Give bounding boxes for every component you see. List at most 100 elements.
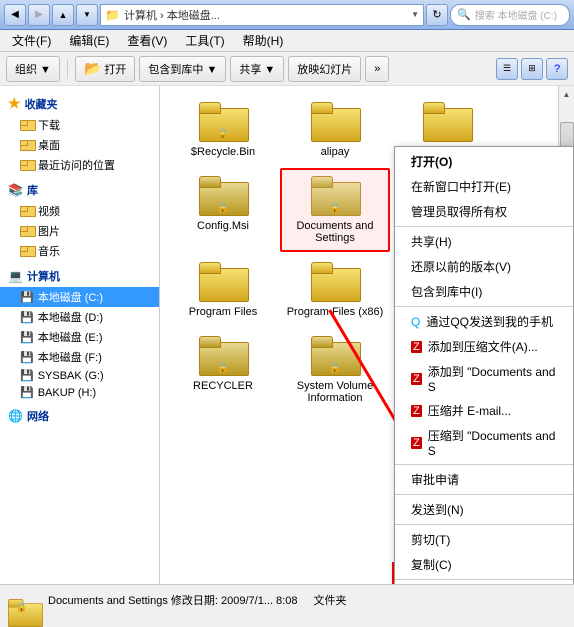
program-files-x86-label: Program Files (x86) xyxy=(287,306,384,318)
ctx-include-library[interactable]: 包含到库中(I) xyxy=(395,279,573,304)
file-item-system-volume[interactable]: 🔒 System Volume Information xyxy=(280,328,390,412)
sidebar-item-drive-c[interactable]: 💾 本地磁盘 (C:) xyxy=(0,287,159,307)
sidebar-pictures-label: 图片 xyxy=(38,223,60,239)
share-button[interactable]: 共享 ▼ xyxy=(230,56,284,82)
system-volume-label: System Volume Information xyxy=(286,380,384,404)
sidebar-item-drive-e[interactable]: 💾 本地磁盘 (E:) xyxy=(0,327,159,347)
view-list-button[interactable]: ☰ xyxy=(496,58,518,80)
ctx-compress-email-label: 压缩并 E-mail... xyxy=(428,402,511,419)
ctx-compress-named[interactable]: Z 压缩到 "Documents and S xyxy=(395,423,573,462)
computer-header[interactable]: 💻 计算机 xyxy=(0,265,159,287)
sidebar-music-label: 音乐 xyxy=(38,243,60,259)
ctx-open[interactable]: 打开(O) xyxy=(395,149,573,174)
menu-view[interactable]: 查看(V) xyxy=(119,30,175,51)
qq-icon: Q xyxy=(411,315,420,329)
documents-lock-icon: 🔒 xyxy=(329,203,341,214)
address-dropdown-icon[interactable]: ▼ xyxy=(411,10,419,19)
favorites-header[interactable]: ★ 收藏夹 xyxy=(0,92,159,115)
organize-label: 组织 ▼ xyxy=(15,61,51,77)
ctx-audit[interactable]: 审批申请 xyxy=(395,467,573,492)
ctx-cut[interactable]: 剪切(T) xyxy=(395,527,573,552)
menu-tools[interactable]: 工具(T) xyxy=(177,30,232,51)
sidebar-item-desktop[interactable]: 桌面 xyxy=(0,135,159,155)
sidebar-item-drive-g[interactable]: 💾 SYSBAK (G:) xyxy=(0,367,159,384)
library-header[interactable]: 📚 库 xyxy=(0,179,159,201)
scroll-up-button[interactable]: ▲ xyxy=(559,86,574,102)
recycler-lock-icon: 🔒 xyxy=(217,363,229,374)
file-item-recycle[interactable]: 🔒 $Recycle.Bin xyxy=(168,94,278,166)
ctx-open-new-window[interactable]: 在新窗口中打开(E) xyxy=(395,174,573,199)
sidebar-desktop-label: 桌面 xyxy=(38,137,60,153)
menu-edit[interactable]: 编辑(E) xyxy=(61,30,117,51)
ctx-restore-version[interactable]: 还原以前的版本(V) xyxy=(395,254,573,279)
file-item-config-msi[interactable]: 🔒 Config.Msi xyxy=(168,168,278,252)
include-library-label: 包含到库中 ▼ xyxy=(148,61,217,77)
sidebar-item-download[interactable]: 下载 xyxy=(0,115,159,135)
status-folder-icon-container: 🔒 xyxy=(8,587,40,613)
drive-g-icon: 💾 xyxy=(20,369,34,382)
file-item-documents[interactable]: 🔒 Documents and Settings ↖ xyxy=(280,168,390,252)
sidebar-item-recent[interactable]: 最近访问的位置 xyxy=(0,155,159,175)
help-button[interactable]: ? xyxy=(546,58,568,80)
drive-h-label: BAKUP (H:) xyxy=(38,387,96,399)
menu-file[interactable]: 文件(F) xyxy=(4,30,59,51)
ctx-share[interactable]: 共享(H) xyxy=(395,229,573,254)
drive-f-icon: 💾 xyxy=(20,351,34,364)
up-button[interactable]: ▲ xyxy=(52,4,74,26)
sidebar-item-video[interactable]: 视频 xyxy=(0,201,159,221)
main-layout: ★ 收藏夹 下载 桌面 最近访问的位置 📚 库 xyxy=(0,86,574,584)
sidebar-item-drive-f[interactable]: 💾 本地磁盘 (F:) xyxy=(0,347,159,367)
recent-button[interactable]: ▼ xyxy=(76,4,98,26)
favorites-label: 收藏夹 xyxy=(25,96,58,112)
context-menu: 打开(O) 在新窗口中打开(E) 管理员取得所有权 共享(H) 还原以前的版本(… xyxy=(394,146,574,584)
video-folder-icon xyxy=(20,206,34,217)
system-volume-lock-icon: 🔒 xyxy=(329,363,341,374)
ctx-compress-email[interactable]: Z 压缩并 E-mail... xyxy=(395,398,573,423)
computer-label: 计算机 xyxy=(27,268,60,284)
file-item-program-files[interactable]: Program Files xyxy=(168,254,278,326)
file-item-program-files-x86[interactable]: Program Files (x86) xyxy=(280,254,390,326)
slideshow-button[interactable]: 放映幻灯片 xyxy=(288,56,361,82)
address-bar[interactable]: 📁 计算机 › 本地磁盘... ▼ xyxy=(100,4,424,26)
ctx-create-shortcut[interactable]: 创建快捷方式(S) xyxy=(395,582,573,584)
sidebar-item-drive-h[interactable]: 💾 BAKUP (H:) xyxy=(0,384,159,401)
status-description: Documents and Settings 修改日期: 2009/7/1...… xyxy=(48,592,297,608)
music-folder-icon xyxy=(20,246,34,257)
organize-button[interactable]: 组织 ▼ xyxy=(6,56,60,82)
drive-d-icon: 💾 xyxy=(20,311,34,324)
file-item-alipay[interactable]: alipay xyxy=(280,94,390,166)
view-grid-button[interactable]: ⊞ xyxy=(521,58,543,80)
sidebar-item-drive-d[interactable]: 💾 本地磁盘 (D:) xyxy=(0,307,159,327)
drive-f-label: 本地磁盘 (F:) xyxy=(38,349,102,365)
refresh-button[interactable]: ↻ xyxy=(426,4,448,26)
forward-button[interactable]: ▶ xyxy=(28,4,50,26)
breadcrumb: 计算机 › 本地磁盘... xyxy=(124,7,220,23)
favorites-section: ★ 收藏夹 下载 桌面 最近访问的位置 xyxy=(0,92,159,175)
ctx-add-zip[interactable]: Z 添加到压缩文件(A)... xyxy=(395,334,573,359)
sidebar-recent-label: 最近访问的位置 xyxy=(38,157,115,173)
open-button[interactable]: 📂 打开 xyxy=(75,56,135,82)
search-bar[interactable]: 🔍 搜索 本地磁盘 (C:) xyxy=(450,4,570,26)
ctx-send-to[interactable]: 发送到(N) xyxy=(395,497,573,522)
address-folder-icon: 📁 xyxy=(105,8,120,22)
recent-folder-icon xyxy=(20,160,34,171)
ctx-add-zip-named[interactable]: Z 添加到 "Documents and S xyxy=(395,359,573,398)
network-icon: 🌐 xyxy=(8,409,23,423)
recycle-bin-label: $Recycle.Bin xyxy=(191,146,255,158)
sidebar-item-pictures[interactable]: 图片 xyxy=(0,221,159,241)
include-library-button[interactable]: 包含到库中 ▼ xyxy=(139,56,226,82)
network-header[interactable]: 🌐 网络 xyxy=(0,405,159,427)
file-item-recycler[interactable]: 🔒 RECYCLER xyxy=(168,328,278,412)
more-button[interactable]: » xyxy=(365,56,389,82)
back-button[interactable]: ◀ xyxy=(4,4,26,26)
sidebar: ★ 收藏夹 下载 桌面 最近访问的位置 📚 库 xyxy=(0,86,160,584)
download-folder-icon xyxy=(20,120,34,131)
zip-icon-2: Z xyxy=(411,373,422,385)
menu-help[interactable]: 帮助(H) xyxy=(235,30,292,51)
ctx-copy[interactable]: 复制(C) xyxy=(395,552,573,577)
ctx-qq-send[interactable]: Q 通过QQ发送到我的手机 xyxy=(395,309,573,334)
sidebar-item-music[interactable]: 音乐 xyxy=(0,241,159,261)
ctx-admin-permission[interactable]: 管理员取得所有权 xyxy=(395,199,573,224)
star-icon: ★ xyxy=(8,95,21,112)
ctx-sep-2 xyxy=(395,306,573,307)
